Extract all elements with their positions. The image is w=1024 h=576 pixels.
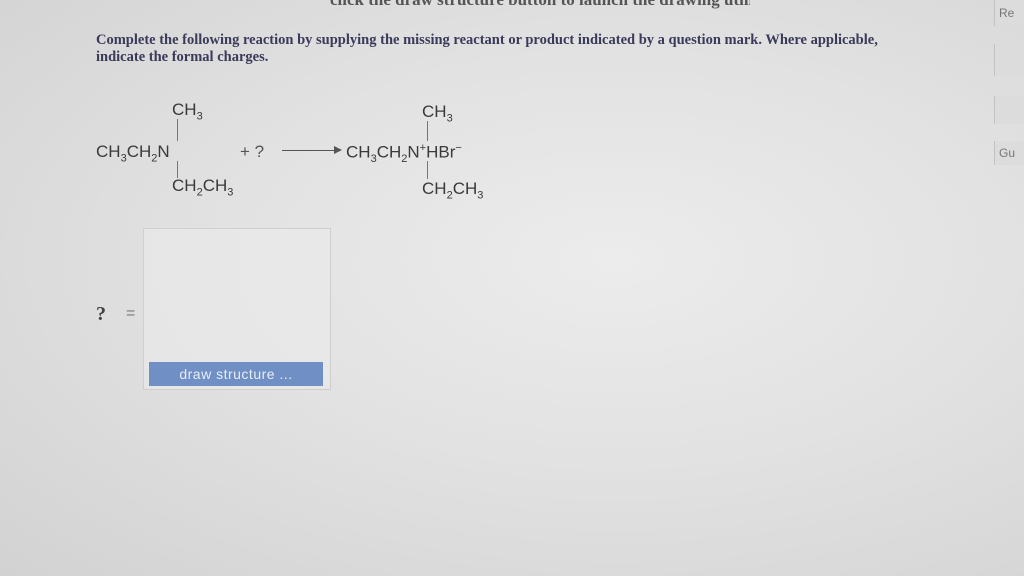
plus-unknown-reactant: + ? bbox=[240, 142, 265, 161]
side-button-2[interactable] bbox=[994, 96, 1024, 124]
reactant-chain: CH3CH2N bbox=[96, 142, 170, 165]
reactant-bond-top bbox=[177, 119, 178, 141]
side-tab-guide[interactable]: Gu bbox=[994, 141, 1024, 165]
answer-equals-sign: = bbox=[126, 305, 136, 322]
side-button-1[interactable] bbox=[994, 44, 1024, 76]
question-page: click the draw structure button to launc… bbox=[0, 0, 1024, 576]
product-bond-bottom bbox=[427, 161, 428, 179]
reaction-arrow bbox=[282, 146, 342, 154]
side-tab-top[interactable]: Re bbox=[994, 0, 1024, 26]
clipped-instruction-text: click the draw structure button to launc… bbox=[330, 0, 750, 12]
product-counterion: HBr bbox=[426, 142, 456, 162]
question-instructions: Complete the following reaction by suppl… bbox=[96, 32, 878, 65]
reactant-ethyl-group: CH2CH3 bbox=[172, 176, 234, 199]
product-ethyl-group: CH2CH3 bbox=[422, 179, 484, 202]
product-bond-top bbox=[427, 121, 428, 141]
draw-structure-button[interactable]: draw structure ... bbox=[149, 362, 323, 386]
answer-question-mark: ? bbox=[96, 303, 106, 325]
product-chain: CH3CH2N+HBr− bbox=[346, 142, 462, 166]
